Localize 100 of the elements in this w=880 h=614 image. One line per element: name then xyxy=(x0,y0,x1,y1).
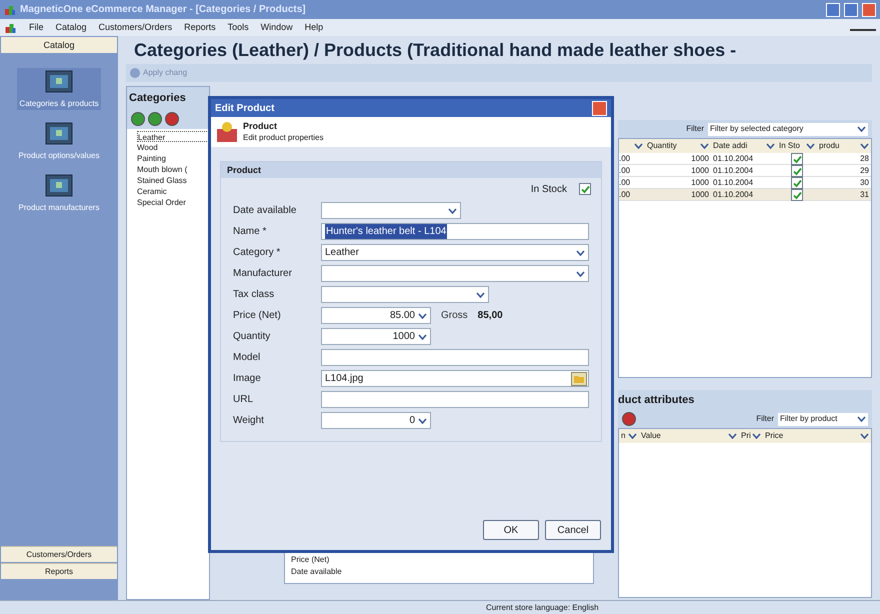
field-label: Category * xyxy=(233,246,282,260)
status-text: Current store language: English xyxy=(486,602,599,614)
column-header[interactable]: Quantity xyxy=(645,140,711,152)
edit-icon[interactable] xyxy=(148,112,162,126)
filter-label: Filter xyxy=(686,123,704,135)
folder-icon xyxy=(45,172,73,198)
table-cell-text: 1000 xyxy=(690,189,710,201)
folder-icon xyxy=(45,120,73,146)
dialog-button[interactable]: Cancel xyxy=(545,520,601,540)
dialog-title: Edit Product xyxy=(215,102,274,116)
column-header[interactable]: In Sto xyxy=(777,140,817,152)
field-label: Weight xyxy=(233,414,265,428)
checkbox[interactable] xyxy=(791,189,803,201)
table-cell-text: 1000 xyxy=(690,153,710,165)
gross-value: 85,00 xyxy=(478,309,503,323)
table-cell-text: 29 xyxy=(859,165,870,177)
app-logo-icon xyxy=(4,4,16,16)
table-cell-text: 30 xyxy=(859,177,870,189)
add-icon[interactable] xyxy=(131,112,145,126)
delete-icon[interactable] xyxy=(165,112,179,126)
checkbox-label: In Stock xyxy=(530,182,567,196)
input-field[interactable] xyxy=(321,391,589,408)
menu-item[interactable]: Customers/Orders xyxy=(98,20,172,34)
dialog-heading: Product xyxy=(243,121,278,132)
folder-icon xyxy=(45,68,73,94)
group-header: Product xyxy=(221,162,601,178)
sidebar-header[interactable]: Catalog xyxy=(1,37,117,53)
page-title: Categories (Leather) / Products (Traditional hand made leather shoes - xyxy=(133,39,738,62)
close-button[interactable] xyxy=(862,2,876,16)
field-label: Tax class xyxy=(233,288,276,302)
menu-item[interactable]: Tools xyxy=(228,20,249,34)
file-field[interactable]: L104.jpg xyxy=(321,370,589,387)
menu-item[interactable]: Catalog xyxy=(56,20,87,34)
dialog-button[interactable]: OK xyxy=(483,520,539,540)
delete-icon[interactable] xyxy=(622,412,636,426)
field-label: Date available xyxy=(233,204,298,218)
dropdown-field[interactable] xyxy=(321,286,489,303)
tree-item[interactable]: Special Order xyxy=(137,197,209,208)
checkbox[interactable] xyxy=(579,183,591,195)
tree-item[interactable]: Painting xyxy=(137,153,209,164)
table-cell-text: .00 xyxy=(619,177,632,189)
filter-dropdown[interactable]: Filter by product xyxy=(778,412,868,426)
panel-title: duct attributes xyxy=(618,390,872,410)
property-label: Price (Net) xyxy=(291,554,330,566)
table-cell-text: .00 xyxy=(619,153,632,165)
column-header[interactable]: produ xyxy=(817,140,871,152)
checkbox[interactable] xyxy=(791,165,803,177)
spin-field[interactable]: 85.00 xyxy=(321,307,431,324)
field-label: URL xyxy=(233,393,254,407)
tree-item[interactable]: Wood xyxy=(137,142,209,153)
table-cell-text: 1000 xyxy=(690,177,710,189)
input-field[interactable]: Hunter's leather belt - L104 xyxy=(321,223,589,240)
table-cell-text: 01.10.2004 xyxy=(712,165,754,177)
sidebar-item[interactable]: Categories & products xyxy=(17,68,101,110)
property-label: Date available xyxy=(291,566,343,578)
column-header[interactable]: n xyxy=(619,430,639,442)
field-label: Image xyxy=(233,372,262,386)
table-cell-text: 01.10.2004 xyxy=(712,189,754,201)
field-label: Name * xyxy=(233,225,268,239)
column-header[interactable]: Value xyxy=(639,430,739,442)
tree-item[interactable]: Mouth blown ( xyxy=(137,164,209,175)
tree-item[interactable]: Ceramic xyxy=(137,186,209,197)
maximize-button[interactable] xyxy=(844,2,858,16)
window-title: MagneticOne eCommerce Manager - [Categories / Products] xyxy=(20,3,307,17)
dialog-subheading: Edit product properties xyxy=(243,132,324,143)
field-label: Quantity xyxy=(233,330,272,344)
column-header[interactable]: Price xyxy=(763,430,871,442)
table-cell-text: .00 xyxy=(619,165,632,177)
menu-item[interactable]: Reports xyxy=(184,20,216,34)
field-label: Price (Net) xyxy=(233,309,282,323)
checkbox[interactable] xyxy=(791,177,803,189)
table-cell-text: 31 xyxy=(859,189,870,201)
close-button[interactable] xyxy=(592,100,607,116)
table-cell-text: 1000 xyxy=(690,165,710,177)
spin-field[interactable]: 0 xyxy=(321,412,431,429)
filter-dropdown[interactable]: Filter by selected category xyxy=(708,122,868,136)
tree-item[interactable]: Stained Glass xyxy=(137,175,209,186)
minimize-button[interactable] xyxy=(826,2,840,16)
panel-title: Categories xyxy=(127,87,209,109)
filter-label: Filter xyxy=(756,413,774,425)
menu-item[interactable]: File xyxy=(29,20,44,34)
menu-item[interactable]: Window xyxy=(260,20,293,34)
menu-item[interactable]: Help xyxy=(304,20,324,34)
column-header[interactable]: Date addi xyxy=(711,140,777,152)
table-cell-text: 01.10.2004 xyxy=(712,153,754,165)
input-field[interactable] xyxy=(321,349,589,366)
date-field[interactable] xyxy=(321,202,461,219)
sidebar-section-tab[interactable]: Customers/Orders xyxy=(1,546,117,562)
field-label: Model xyxy=(233,351,262,365)
spin-field[interactable]: 1000 xyxy=(321,328,431,345)
folder-icon[interactable] xyxy=(571,372,587,386)
column-header[interactable]: Pri xyxy=(739,430,763,442)
table-cell-text: 28 xyxy=(859,153,870,165)
checkbox[interactable] xyxy=(791,153,803,165)
sidebar-section-tab[interactable]: Reports xyxy=(1,563,117,579)
dropdown-field[interactable]: Leather xyxy=(321,244,589,261)
apply-icon xyxy=(130,68,140,78)
table-cell-text: .00 xyxy=(619,189,632,201)
dropdown-field[interactable] xyxy=(321,265,589,282)
product-box-icon xyxy=(215,121,239,143)
